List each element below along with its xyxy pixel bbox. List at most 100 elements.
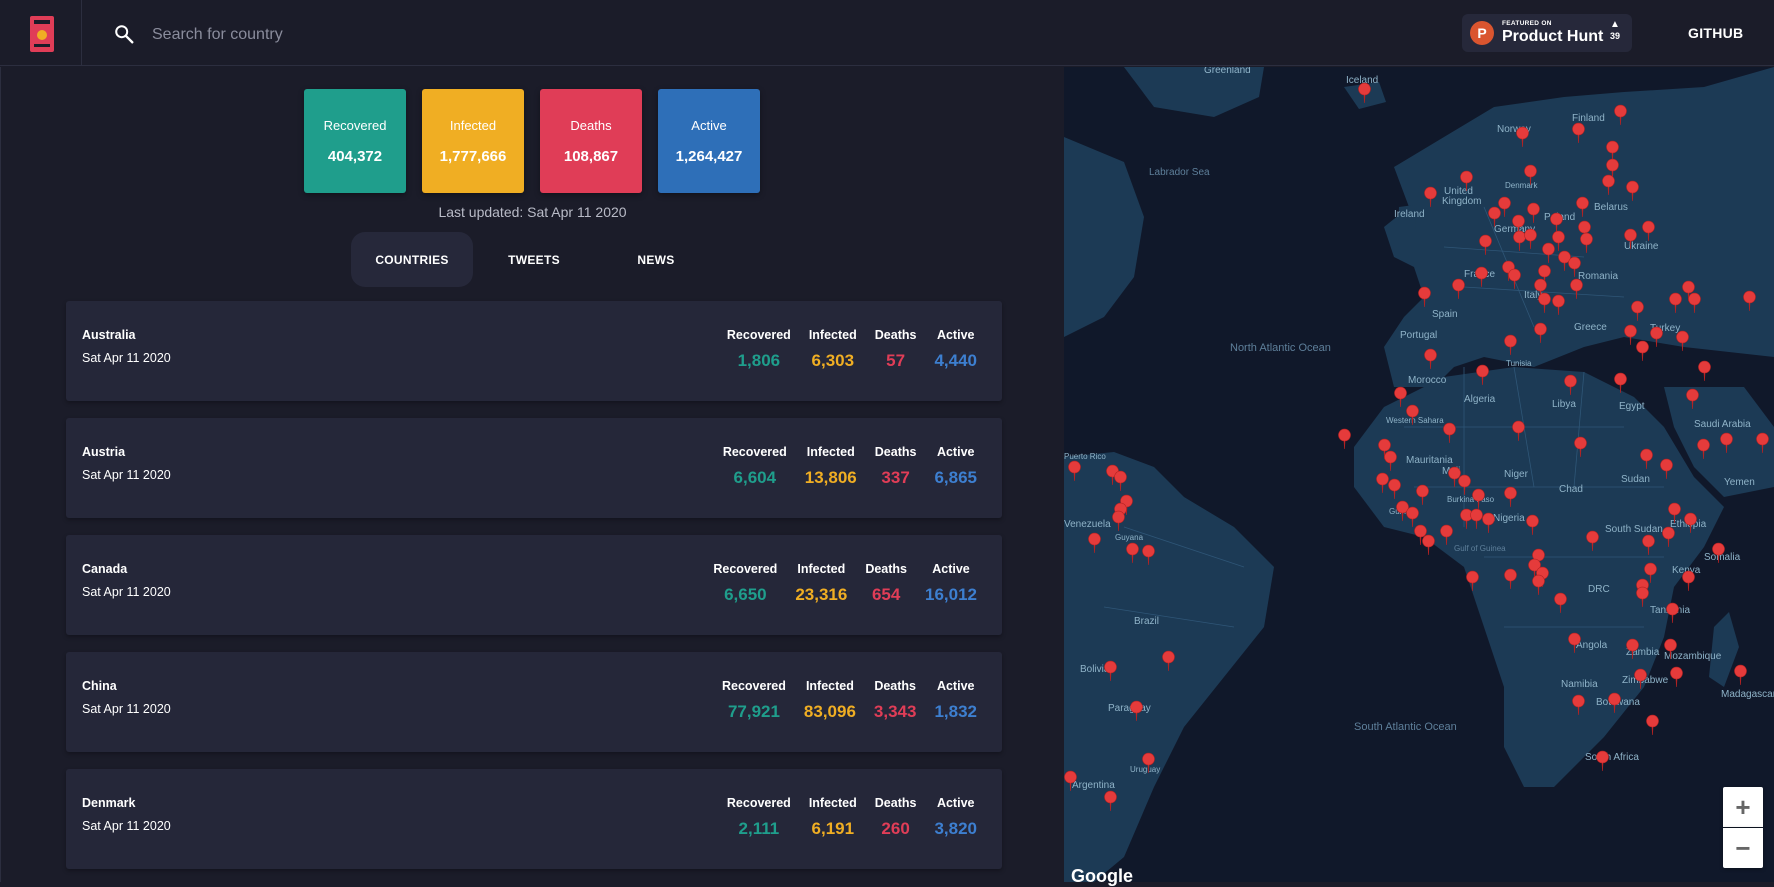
country-date: Sat Apr 11 2020 bbox=[82, 468, 171, 482]
map-label: Portugal bbox=[1400, 330, 1437, 341]
world-map[interactable]: Greenland Iceland Labrador Sea Norway Fi… bbox=[1064, 67, 1774, 882]
stat-label-recovered: Recovered bbox=[721, 679, 786, 693]
summary-card-recovered: Recovered 404,372 bbox=[304, 89, 406, 193]
summary-value: 1,777,666 bbox=[439, 147, 507, 165]
summary-card-active: Active 1,264,427 bbox=[658, 89, 760, 193]
country-list: Australia Sat Apr 11 2020 Recovered 1,806… bbox=[66, 301, 1002, 882]
stat-value-active: 1,832 bbox=[934, 702, 977, 721]
stat-value-deaths: 654 bbox=[871, 585, 901, 604]
map-label: Puerto Rico bbox=[1064, 452, 1106, 461]
country-stats: Recovered 77,921 Infected 83,096 Deaths 3,3… bbox=[722, 679, 977, 722]
stat-label-infected: Infected bbox=[797, 562, 846, 576]
product-hunt-badge[interactable]: P FEATURED ON Product Hunt ▲ 39 bbox=[1462, 14, 1632, 52]
stat-label-deaths: Deaths bbox=[874, 445, 917, 459]
map-label: Venezuela bbox=[1064, 519, 1111, 530]
map-label: Labrador Sea bbox=[1149, 167, 1210, 178]
tab-news[interactable]: NEWS bbox=[595, 232, 717, 287]
stat-value-deaths: 57 bbox=[886, 351, 906, 370]
country-name: Canada bbox=[82, 562, 128, 576]
summary-card-deaths: Deaths 108,867 bbox=[540, 89, 642, 193]
country-stats: Recovered 2,111 Infected 6,191 Deaths 260 A… bbox=[727, 796, 977, 839]
map-label: Kingdom bbox=[1442, 196, 1481, 207]
map-label: Paraguay bbox=[1108, 703, 1151, 714]
stat-label-active: Active bbox=[936, 679, 975, 693]
stat-label-infected: Infected bbox=[808, 796, 857, 810]
search-input[interactable] bbox=[152, 20, 652, 50]
country-date: Sat Apr 11 2020 bbox=[82, 351, 171, 365]
country-name: Australia bbox=[82, 328, 136, 342]
vote-count: 39 bbox=[1609, 31, 1620, 41]
country-name: Austria bbox=[82, 445, 126, 459]
map-label: Ukraine bbox=[1624, 241, 1659, 252]
product-hunt-name: Product Hunt bbox=[1502, 28, 1604, 46]
country-date: Sat Apr 11 2020 bbox=[82, 702, 171, 716]
map-label: Ireland bbox=[1394, 209, 1425, 220]
map-label: Burkina Faso bbox=[1447, 495, 1495, 504]
tab-bar: COUNTRIES TWEETS NEWS bbox=[351, 232, 717, 287]
map-label: Uruguay bbox=[1130, 765, 1160, 774]
map-label: Brazil bbox=[1134, 616, 1159, 627]
country-card[interactable]: China Sat Apr 11 2020 Recovered 77,921 In… bbox=[66, 652, 1002, 752]
map-label: Romania bbox=[1578, 271, 1618, 282]
stat-value-recovered: 6,650 bbox=[724, 585, 767, 604]
header-divider bbox=[81, 0, 82, 66]
stat-value-active: 3,820 bbox=[934, 819, 977, 838]
country-card[interactable]: Canada Sat Apr 11 2020 Recovered 6,650 In… bbox=[66, 535, 1002, 635]
country-date: Sat Apr 11 2020 bbox=[82, 585, 171, 599]
product-hunt-votes: ▲ 39 bbox=[1610, 19, 1620, 41]
summary-label: Recovered bbox=[323, 117, 387, 133]
country-card[interactable]: Denmark Sat Apr 11 2020 Recovered 2,111 I… bbox=[66, 769, 1002, 869]
tab-tweets[interactable]: TWEETS bbox=[473, 232, 595, 287]
map-label: Mozambique bbox=[1664, 651, 1722, 662]
country-date: Sat Apr 11 2020 bbox=[82, 819, 171, 833]
top-bar: P FEATURED ON Product Hunt ▲ 39 GITHUB bbox=[0, 0, 1774, 66]
stat-value-active: 6,865 bbox=[934, 468, 977, 487]
tab-countries[interactable]: COUNTRIES bbox=[351, 232, 473, 287]
map-label: Namibia bbox=[1561, 679, 1598, 690]
stat-value-active: 16,012 bbox=[925, 585, 977, 604]
map-label: Egypt bbox=[1619, 401, 1645, 412]
stat-label-deaths: Deaths bbox=[865, 562, 907, 576]
stat-value-deaths: 3,343 bbox=[873, 702, 917, 721]
zoom-out-button[interactable]: − bbox=[1723, 828, 1763, 868]
stat-label-recovered: Recovered bbox=[713, 562, 778, 576]
stat-value-deaths: 337 bbox=[881, 468, 910, 487]
github-link[interactable]: GITHUB bbox=[1688, 25, 1743, 41]
stat-label-active: Active bbox=[932, 562, 970, 576]
stat-value-recovered: 77,921 bbox=[727, 702, 780, 721]
map-label: South Africa bbox=[1585, 752, 1639, 763]
stat-label-deaths: Deaths bbox=[874, 679, 917, 693]
map-label: Denmark bbox=[1505, 181, 1538, 190]
summary-value: 404,372 bbox=[327, 147, 383, 165]
stat-label-active: Active bbox=[936, 445, 975, 459]
map-label: DRC bbox=[1588, 584, 1610, 595]
app-logo-icon[interactable] bbox=[29, 16, 55, 52]
map-label: Argentina bbox=[1072, 780, 1115, 791]
map-label: Finland bbox=[1572, 113, 1605, 124]
map-label: Guyana bbox=[1115, 533, 1144, 542]
stat-label-recovered: Recovered bbox=[726, 328, 791, 342]
stat-value-infected: 6,191 bbox=[811, 819, 855, 838]
map-label: Tunisia bbox=[1506, 359, 1532, 368]
stat-value-infected: 83,096 bbox=[803, 702, 856, 721]
map-label: Greece bbox=[1574, 322, 1607, 333]
country-stats: Recovered 6,604 Infected 13,806 Deaths 337 … bbox=[723, 445, 977, 488]
map-label: Spain bbox=[1432, 309, 1458, 320]
map-canvas[interactable]: Greenland Iceland Labrador Sea Norway Fi… bbox=[1064, 67, 1774, 882]
stat-label-recovered: Recovered bbox=[722, 445, 787, 459]
stat-label-infected: Infected bbox=[805, 679, 854, 693]
upvote-icon: ▲ bbox=[1610, 19, 1620, 30]
country-card[interactable]: Australia Sat Apr 11 2020 Recovered 1,806… bbox=[66, 301, 1002, 401]
zoom-in-button[interactable]: + bbox=[1723, 787, 1763, 827]
summary-label: Deaths bbox=[570, 117, 612, 133]
map-label: Sudan bbox=[1621, 474, 1650, 485]
map-label: Greenland bbox=[1204, 67, 1251, 76]
summary-value: 108,867 bbox=[563, 147, 619, 165]
stat-value-infected: 13,806 bbox=[804, 468, 857, 487]
map-label: Algeria bbox=[1464, 394, 1496, 405]
summary-cards: Recovered 404,372 Infected 1,777,666 Dea… bbox=[304, 89, 760, 193]
country-card[interactable]: Austria Sat Apr 11 2020 Recovered 6,604 I… bbox=[66, 418, 1002, 518]
map-label: Gulf of Guinea bbox=[1454, 544, 1506, 553]
stat-label-deaths: Deaths bbox=[874, 328, 917, 342]
summary-card-infected: Infected 1,777,666 bbox=[422, 89, 524, 193]
